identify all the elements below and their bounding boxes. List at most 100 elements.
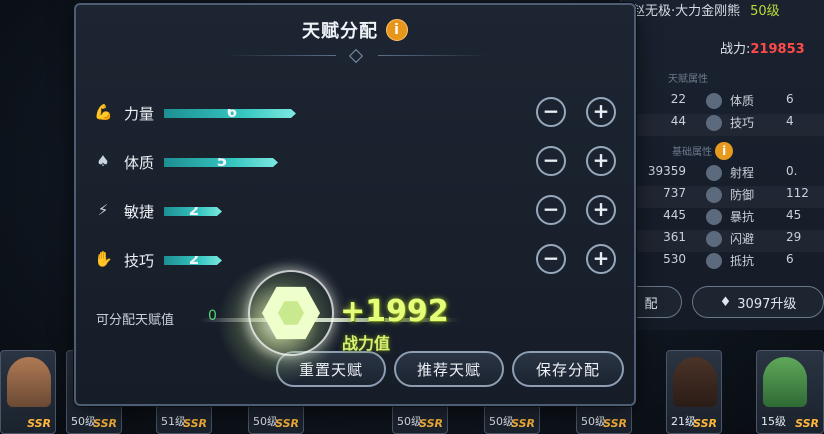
hero-card[interactable]: 15级 SSR bbox=[756, 350, 824, 434]
increase-constitution-button[interactable]: + bbox=[586, 146, 616, 176]
card-level: 15级 bbox=[761, 415, 786, 428]
hero-card[interactable]: 21级 SSR bbox=[666, 350, 722, 434]
attr-value: 737 bbox=[663, 186, 686, 200]
power-value: 219853 bbox=[750, 42, 805, 57]
stat-bar: 2 bbox=[164, 207, 222, 216]
stat-label: 体质 bbox=[124, 154, 155, 172]
info-icon[interactable]: i bbox=[715, 142, 734, 160]
attr-value: 530 bbox=[663, 252, 686, 266]
dialog-title-bar: 天赋分配 i bbox=[76, 17, 634, 43]
stat-label: 力量 bbox=[124, 105, 155, 123]
attr-label: 闪避 bbox=[730, 232, 755, 246]
hero-level: 50级 bbox=[750, 4, 780, 19]
hero-portrait bbox=[7, 357, 51, 407]
upgrade-label: 3097升级 bbox=[737, 296, 797, 312]
attr-label: 技巧 bbox=[730, 116, 755, 130]
card-rarity: SSR bbox=[93, 417, 117, 430]
decrease-technique-button[interactable]: − bbox=[536, 244, 566, 274]
range-icon bbox=[706, 165, 722, 181]
power-display: 战力:219853 bbox=[720, 38, 805, 57]
talent-attr-heading: 天赋属性 bbox=[668, 74, 708, 85]
card-rarity: SSR bbox=[275, 417, 299, 430]
stat-label: 技巧 bbox=[124, 252, 155, 270]
resist-icon bbox=[706, 253, 722, 269]
stat-bar: 6 bbox=[164, 109, 296, 118]
attr-value: 0. bbox=[786, 164, 798, 178]
attr-label: 抵抗 bbox=[730, 254, 755, 268]
stat-row-agility: ⚡ 敏捷 2 − + bbox=[76, 189, 634, 229]
hand-icon: ✋ bbox=[94, 250, 113, 268]
attr-value: 39359 bbox=[647, 164, 686, 178]
stat-value: 2 bbox=[188, 201, 200, 219]
attr-label: 射程 bbox=[730, 166, 755, 180]
stat-row-strength: 💪 力量 6 − + bbox=[76, 91, 634, 131]
attr-label: 体质 bbox=[730, 94, 755, 108]
attr-value: 112 bbox=[786, 186, 809, 200]
card-rarity: SSR bbox=[603, 417, 627, 430]
dodge-icon bbox=[706, 231, 722, 247]
attr-value: 45 bbox=[786, 208, 802, 222]
attr-label: 暴抗 bbox=[730, 210, 755, 224]
decrease-strength-button[interactable]: − bbox=[536, 97, 566, 127]
decrease-agility-button[interactable]: − bbox=[536, 195, 566, 225]
attr-label: 防御 bbox=[730, 188, 755, 202]
stat-row-technique: ✋ 技巧 2 − + bbox=[76, 238, 634, 278]
shield-icon bbox=[706, 187, 722, 203]
body-icon bbox=[706, 93, 722, 109]
power-gain-label: 战力值 bbox=[342, 334, 391, 353]
card-rarity: SSR bbox=[511, 417, 535, 430]
increase-strength-button[interactable]: + bbox=[586, 97, 616, 127]
attr-value: 44 bbox=[670, 114, 686, 128]
stat-value: 6 bbox=[226, 103, 238, 121]
attr-value: 445 bbox=[663, 208, 686, 222]
upgrade-button[interactable]: ♦ 3097升级 bbox=[692, 286, 824, 318]
attr-value: 361 bbox=[663, 230, 686, 244]
available-points-label: 可分配天赋值 bbox=[96, 313, 175, 328]
foot-icon: ⚡ bbox=[97, 201, 109, 219]
card-rarity: SSR bbox=[795, 417, 819, 430]
base-attr-heading-label: 基础属性 bbox=[672, 147, 712, 158]
stat-bar: 5 bbox=[164, 158, 278, 167]
save-allocation-button[interactable]: 保存分配 bbox=[512, 351, 624, 387]
hero-portrait bbox=[763, 357, 807, 407]
power-label: 战力: bbox=[720, 42, 751, 57]
dialog-title: 天赋分配 bbox=[302, 21, 378, 42]
hero-title: 赵无极·大力金刚熊 bbox=[632, 4, 741, 19]
arm-icon: 💪 bbox=[94, 103, 113, 121]
recommend-talent-button[interactable]: 推荐天赋 bbox=[394, 351, 504, 387]
talent-attr-row: 22 体质 6 bbox=[636, 92, 824, 114]
attr-value: 4 bbox=[786, 114, 794, 128]
card-rarity: SSR bbox=[183, 417, 207, 430]
hero-header: 赵无极·大力金刚熊 50级 bbox=[632, 0, 780, 20]
base-attr-row: 737 防御 112 bbox=[636, 186, 824, 208]
base-attr-row: 530 抵抗 6 bbox=[636, 252, 824, 274]
base-attr-row: 445 暴抗 45 bbox=[636, 208, 824, 230]
base-attr-heading: 基础属性 i bbox=[672, 142, 734, 160]
increase-technique-button[interactable]: + bbox=[586, 244, 616, 274]
title-divider bbox=[226, 48, 488, 64]
attr-value: 6 bbox=[786, 92, 794, 106]
base-attr-row: 39359 射程 0. bbox=[636, 164, 824, 186]
decrease-constitution-button[interactable]: − bbox=[536, 146, 566, 176]
base-attr-row: 361 闪避 29 bbox=[636, 230, 824, 252]
stat-value: 2 bbox=[188, 250, 200, 268]
talent-attr-row: 44 技巧 4 bbox=[636, 114, 824, 136]
stat-bar: 2 bbox=[164, 256, 222, 265]
card-rarity: SSR bbox=[419, 417, 443, 430]
attr-value: 6 bbox=[786, 252, 794, 266]
card-rarity: SSR bbox=[693, 417, 717, 430]
stat-value: 5 bbox=[216, 152, 228, 170]
increase-agility-button[interactable]: + bbox=[586, 195, 616, 225]
power-gain-value: +1992 bbox=[340, 294, 449, 329]
stat-row-constitution: ♠ 体质 5 − + bbox=[76, 140, 634, 180]
body-icon: ♠ bbox=[96, 152, 110, 170]
card-rarity: SSR bbox=[27, 417, 51, 430]
info-icon[interactable]: i bbox=[386, 19, 408, 41]
hero-portrait bbox=[673, 357, 717, 407]
stat-label: 敏捷 bbox=[124, 203, 155, 221]
hero-card[interactable]: SSR bbox=[0, 350, 56, 434]
diamond-icon: ♦ bbox=[719, 294, 732, 310]
crit-resist-icon bbox=[706, 209, 722, 225]
attr-value: 29 bbox=[786, 230, 802, 244]
attr-value: 22 bbox=[670, 92, 686, 106]
